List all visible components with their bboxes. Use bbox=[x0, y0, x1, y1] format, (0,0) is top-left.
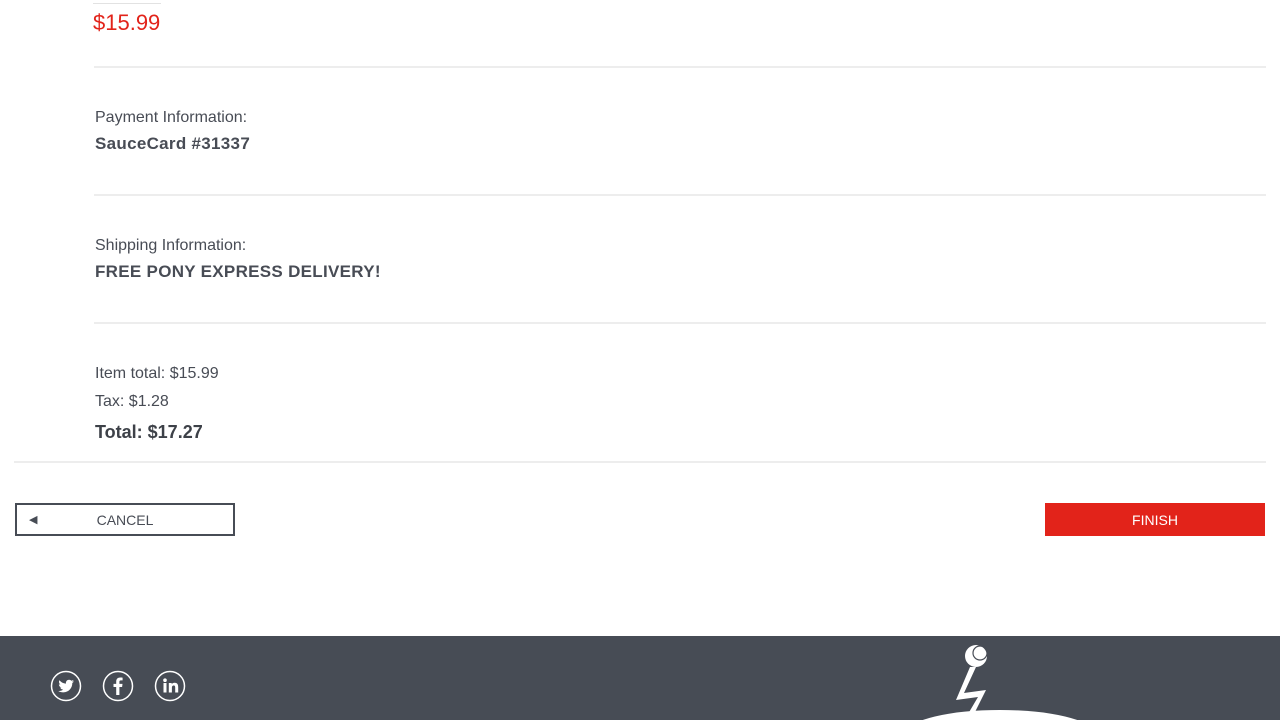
swag-bot-footer-icon bbox=[922, 645, 1078, 720]
back-arrow-icon: ◀ bbox=[29, 514, 38, 526]
finish-button[interactable]: FINISH bbox=[1045, 503, 1265, 536]
total: Total: $17.27 bbox=[95, 422, 203, 442]
divider bbox=[94, 66, 1266, 68]
linkedin-icon[interactable] bbox=[154, 670, 186, 702]
divider bbox=[94, 194, 1266, 196]
payment-info-value: SauceCard #31337 bbox=[95, 134, 251, 153]
cancel-button[interactable]: ◀ CANCEL bbox=[15, 503, 235, 536]
shipping-info-label: Shipping Information: bbox=[95, 237, 247, 254]
shipping-info-value: FREE PONY EXPRESS DELIVERY! bbox=[95, 262, 381, 281]
tax: Tax: $1.28 bbox=[95, 393, 169, 410]
item-price-divider bbox=[93, 3, 161, 4]
divider bbox=[94, 322, 1266, 324]
facebook-icon[interactable] bbox=[102, 670, 134, 702]
twitter-icon[interactable] bbox=[50, 670, 82, 702]
cancel-button-label: CANCEL bbox=[96, 511, 154, 528]
item-price: $15.99 bbox=[93, 10, 161, 35]
footer bbox=[0, 636, 1280, 720]
divider bbox=[14, 461, 1266, 463]
item-total: Item total: $15.99 bbox=[95, 365, 219, 382]
payment-info-label: Payment Information: bbox=[95, 109, 248, 126]
checkout-overview-page: $15.99 Payment Information: SauceCard #3… bbox=[0, 0, 1280, 720]
finish-button-label: FINISH bbox=[1132, 511, 1178, 528]
